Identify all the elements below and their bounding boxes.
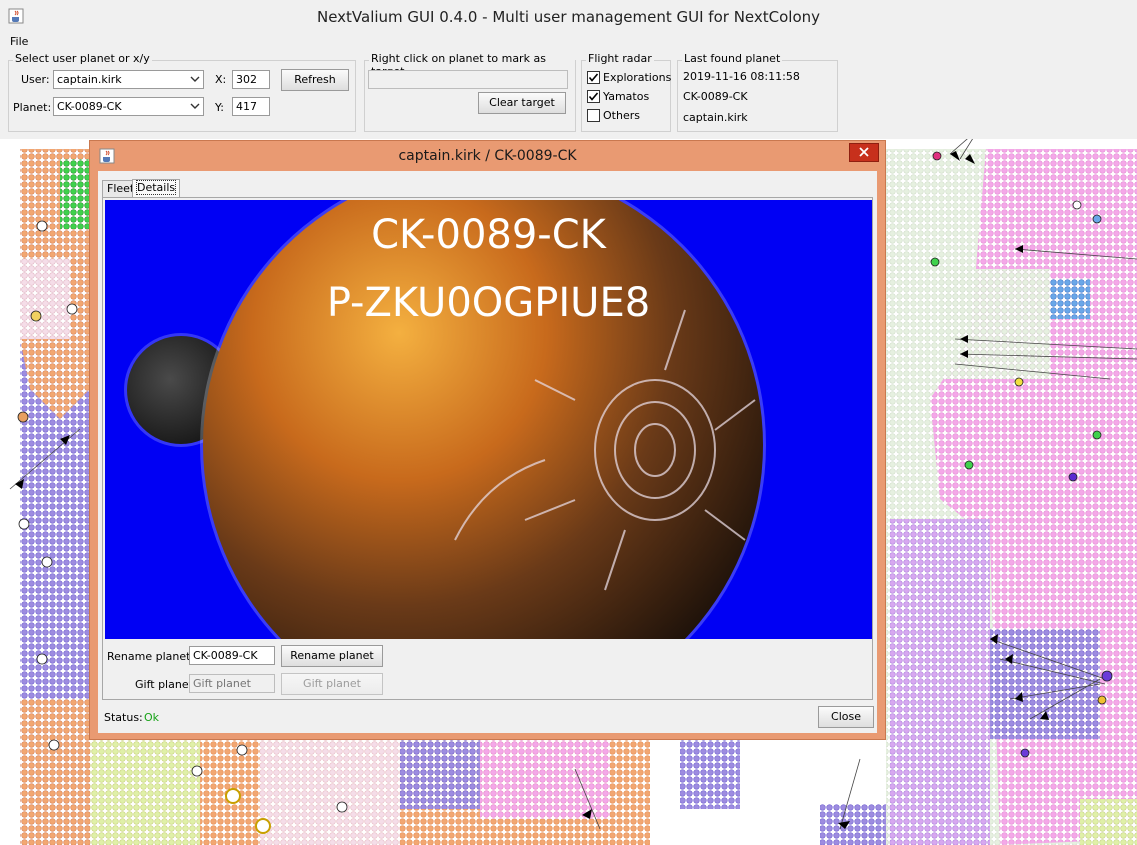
planet-select-value: CK-0089-CK [57, 100, 122, 113]
others-checkbox[interactable] [587, 109, 600, 122]
yamatos-checkbox[interactable] [587, 90, 600, 103]
planet-illustration [124, 200, 766, 639]
gift-planet-button: Gift planet [281, 673, 383, 695]
last-found-planet: CK-0089-CK [683, 90, 748, 103]
dialog-body: Fleet Details CK-0089-CK P-ZKU0OGPIUE8 R… [98, 171, 877, 733]
dialog-close-x-button[interactable] [849, 143, 879, 162]
planet-select[interactable]: CK-0089-CK [53, 97, 204, 116]
dialog-title: captain.kirk / CK-0089-CK [398, 148, 577, 164]
last-found-date: 2019-11-16 08:11:58 [683, 70, 800, 83]
target-field [368, 70, 568, 89]
planet-name-overlay: CK-0089-CK [371, 212, 606, 258]
y-label: Y: [215, 101, 224, 114]
menu-file[interactable]: File [10, 35, 28, 48]
select-group-title: Select user planet or x/y [13, 52, 152, 65]
tab-fleet-label: Fleet [107, 182, 135, 195]
window-title: NextValium GUI 0.4.0 - Multi user manage… [316, 8, 821, 26]
dialog-title-bar[interactable]: captain.kirk / CK-0089-CK [90, 141, 885, 171]
clear-target-button[interactable]: Clear target [478, 92, 566, 114]
rename-planet-button[interactable]: Rename planet [281, 645, 383, 667]
toolbar: Select user planet or x/y User: captain.… [0, 51, 1137, 139]
gift-planet-label: Gift planet: [135, 678, 197, 691]
user-select-value: captain.kirk [57, 73, 122, 86]
planet-id-overlay: P-ZKU0OGPIUE8 [326, 280, 651, 326]
y-input[interactable] [232, 97, 270, 116]
chevron-down-icon [190, 103, 200, 109]
user-label: User: [21, 73, 50, 86]
chevron-down-icon [190, 76, 200, 82]
flight-radar-title: Flight radar [586, 52, 654, 65]
gift-planet-input [189, 674, 275, 693]
menu-bar: File [0, 33, 1137, 52]
rename-planet-label: Rename planet: [107, 650, 195, 663]
status-value: Ok [144, 711, 160, 724]
rename-planet-input[interactable] [189, 646, 275, 665]
x-label: X: [215, 73, 227, 86]
refresh-button[interactable]: Refresh [281, 69, 349, 91]
details-panel: CK-0089-CK P-ZKU0OGPIUE8 Rename planet: … [102, 197, 873, 700]
planet-details-dialog: captain.kirk / CK-0089-CK Fleet Details [89, 140, 886, 740]
planet-label: Planet: [13, 101, 52, 114]
last-found-title: Last found planet [682, 52, 783, 65]
last-found-user: captain.kirk [683, 111, 748, 124]
planet-image: CK-0089-CK P-ZKU0OGPIUE8 [105, 200, 872, 639]
explorations-checkbox[interactable] [587, 71, 600, 84]
tab-details[interactable]: Details [132, 179, 181, 197]
user-select[interactable]: captain.kirk [53, 70, 204, 89]
tab-details-label: Details [135, 180, 177, 195]
status-label: Status: [104, 711, 143, 724]
yamatos-label: Yamatos [603, 90, 650, 103]
others-label: Others [603, 109, 640, 122]
explorations-label: Explorations [603, 71, 672, 84]
close-icon [859, 147, 869, 157]
main-title-bar: NextValium GUI 0.4.0 - Multi user manage… [0, 0, 1137, 34]
x-input[interactable] [232, 70, 270, 89]
close-button[interactable]: Close [818, 706, 874, 728]
